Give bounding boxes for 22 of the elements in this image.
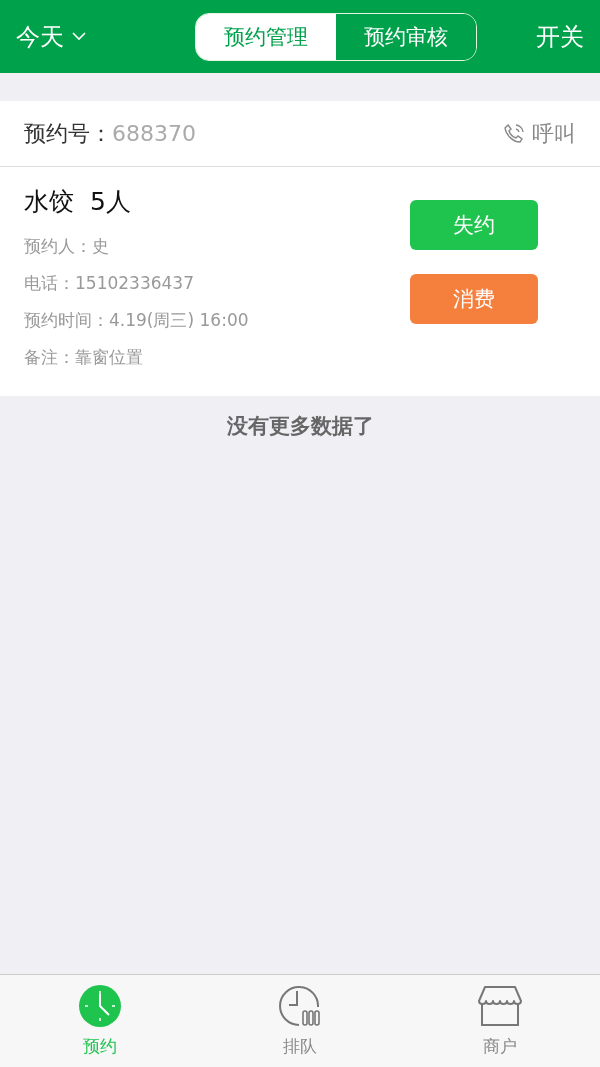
tab-item[interactable]: 排队	[200, 975, 400, 1067]
action-button[interactable]: 消费	[410, 274, 538, 324]
storefront-icon	[477, 985, 523, 1027]
segment-tab[interactable]: 预约管理	[196, 13, 336, 60]
chevron-down-icon	[72, 32, 86, 41]
clock-queue-icon	[278, 985, 322, 1027]
clock-icon	[79, 985, 121, 1027]
phone-icon	[502, 121, 526, 146]
detail-text: 电话：15102336437	[24, 272, 195, 295]
date-dropdown[interactable]: 今天	[16, 20, 86, 53]
switch-button[interactable]: 开关	[536, 20, 584, 53]
end-message: 没有更多数据了	[225, 413, 375, 440]
detail-text: 预约时间：4.19(周三) 16:00	[24, 309, 249, 332]
tab-item[interactable]: 商户	[400, 975, 600, 1067]
number-label: 预约号：	[24, 119, 112, 148]
tab-item[interactable]: 预约	[0, 975, 200, 1067]
action-button[interactable]: 失约	[410, 200, 538, 250]
reservation-number: 688370	[112, 121, 196, 146]
detail-text: 预约人：史	[24, 235, 110, 258]
reservation-title: 水饺 5人	[24, 186, 132, 218]
detail-text: 备注：靠窗位置	[24, 346, 144, 369]
call-button[interactable]: 呼叫	[502, 118, 576, 149]
